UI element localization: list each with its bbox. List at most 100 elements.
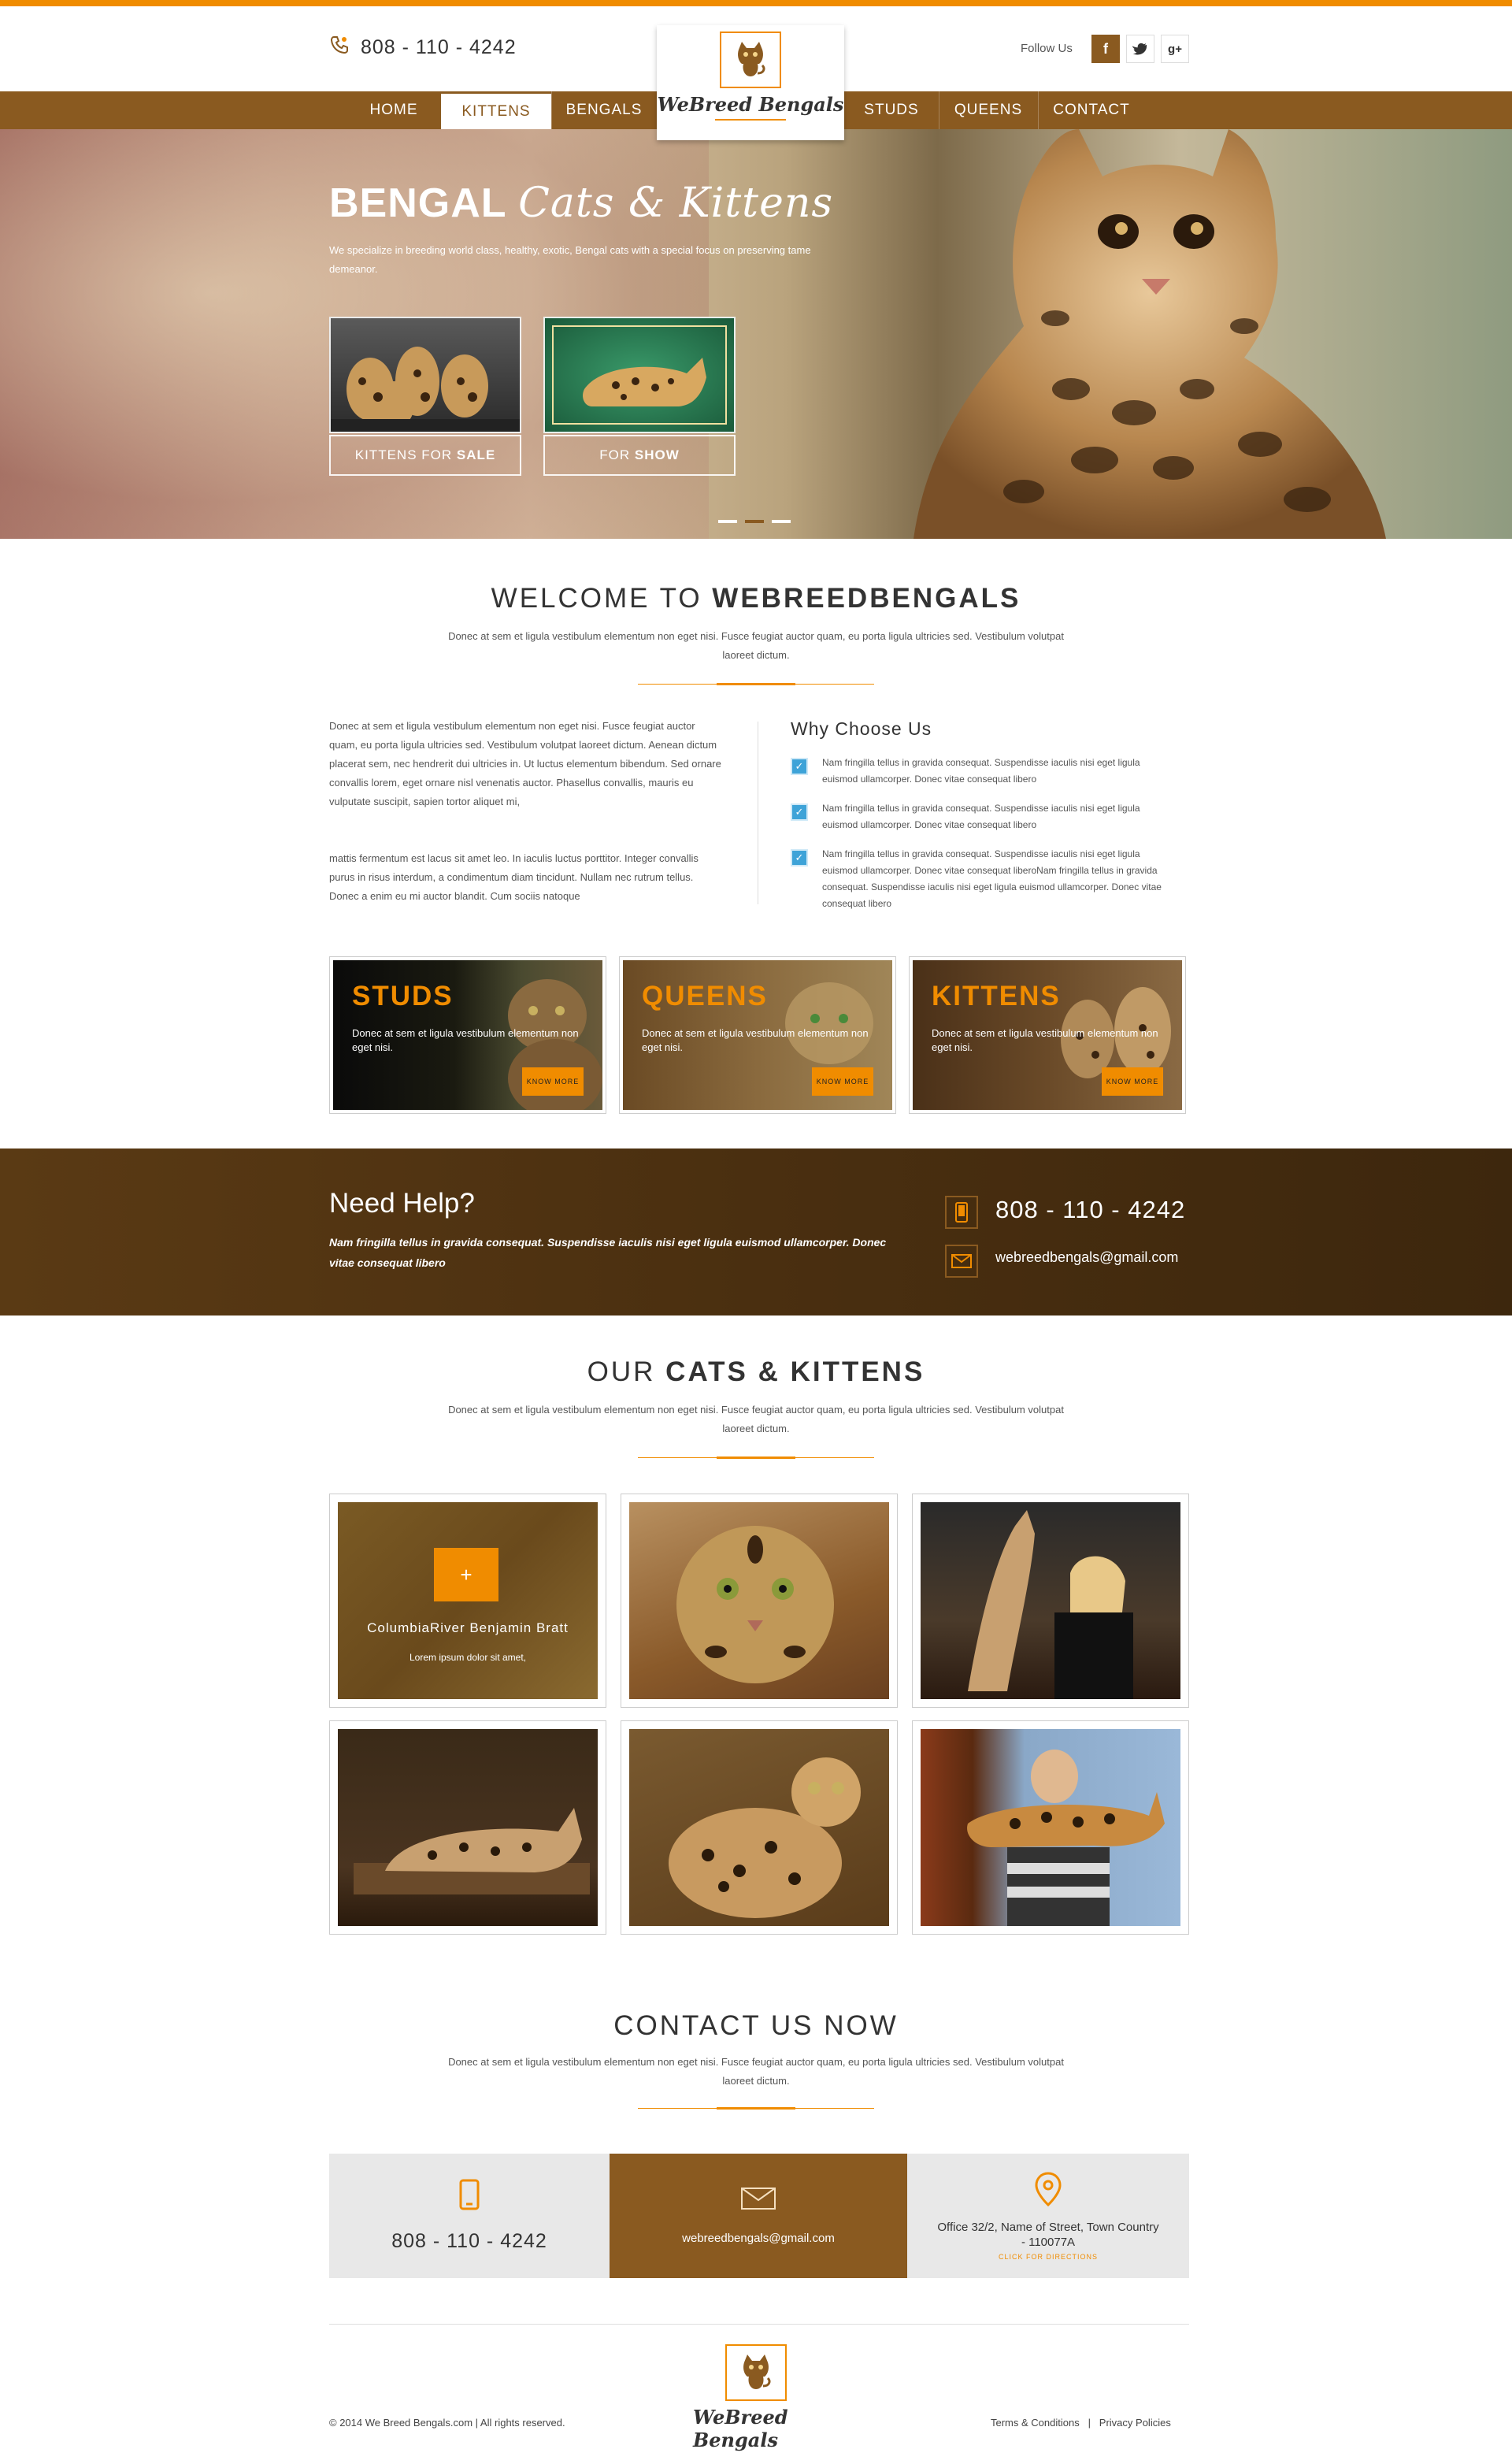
gallery-caption-name: ColumbiaRiver Benjamin Bratt <box>367 1620 569 1635</box>
cat-logo-icon <box>725 2344 787 2401</box>
for-show-label: FOR <box>599 447 631 462</box>
queens-card[interactable]: QUEENS Donec at sem et ligula vestibulum… <box>619 956 896 1114</box>
privacy-link[interactable]: Privacy Policies <box>1099 2417 1171 2429</box>
top-accent-line <box>0 0 1512 6</box>
welcome-title: WELCOME TO WEBREEDBENGALS <box>0 583 1512 614</box>
mail-icon <box>740 2187 776 2214</box>
need-help-phone[interactable]: 808 - 110 - 4242 <box>995 1196 1185 1224</box>
gallery-image-3 <box>921 1502 1180 1699</box>
plus-icon[interactable]: + <box>434 1548 498 1601</box>
studs-know-more-button[interactable]: KNOW MORE <box>522 1067 584 1096</box>
checkbox-icon: ✓ <box>791 803 808 821</box>
contact-address-box[interactable]: Office 32/2, Name of Street, Town Countr… <box>907 2154 1189 2278</box>
kittens-for-sale-label-bold: SALE <box>456 447 496 462</box>
footer-logo[interactable]: WeBreed Bengals <box>693 2344 819 2451</box>
mail-icon <box>945 1245 978 1278</box>
map-pin-icon <box>1035 2171 1062 2210</box>
studs-card-image: STUDS Donec at sem et ligula vestibulum … <box>333 960 602 1110</box>
gallery-item-4[interactable] <box>329 1720 606 1935</box>
why-item-1: Nam fringilla tellus in gravida consequa… <box>822 757 1140 785</box>
cat-logo-icon <box>720 32 781 88</box>
studs-card[interactable]: STUDS Donec at sem et ligula vestibulum … <box>329 956 606 1114</box>
hero-slider: BENGAL Cats & Kittens We specialize in b… <box>0 129 1512 539</box>
need-help-title: Need Help? <box>329 1188 475 1219</box>
googleplus-icon[interactable]: g+ <box>1161 35 1189 63</box>
gallery-title-light: OUR <box>587 1356 666 1387</box>
welcome-paragraph-1: Donec at sem et ligula vestibulum elemen… <box>329 720 721 807</box>
logo-underline <box>715 119 786 121</box>
footer-link-separator: | <box>1088 2417 1091 2429</box>
nav-studs[interactable]: STUDS <box>844 91 939 129</box>
slider-dot-2[interactable] <box>745 520 764 523</box>
gallery-image-4 <box>338 1729 598 1926</box>
contact-address: Office 32/2, Name of Street, Town Countr… <box>937 2220 1159 2249</box>
queens-card-image: QUEENS Donec at sem et ligula vestibulum… <box>623 960 892 1110</box>
gallery-image-5 <box>629 1729 889 1926</box>
gallery-item-1[interactable]: + ColumbiaRiver Benjamin Bratt Lorem ips… <box>329 1494 606 1708</box>
contact-email-box[interactable]: webreedbengals@gmail.com <box>610 2154 907 2278</box>
gallery-item-2[interactable] <box>621 1494 898 1708</box>
nav-queens[interactable]: QUEENS <box>939 91 1038 129</box>
header-phone[interactable]: 808 - 110 - 4242 <box>329 35 517 61</box>
contact-phone: 808 - 110 - 4242 <box>391 2230 547 2252</box>
footer-logo-text: WeBreed Bengals <box>693 2406 788 2451</box>
gallery-item-3[interactable] <box>912 1494 1189 1708</box>
why-choose-us-title: Why Choose Us <box>791 718 932 739</box>
need-help-text: Nam fringilla tellus in gravida consequa… <box>329 1236 887 1269</box>
site-logo[interactable]: WeBreed Bengals <box>657 25 844 140</box>
queens-know-more-button[interactable]: KNOW MORE <box>812 1067 873 1096</box>
gallery-item-5[interactable] <box>621 1720 898 1935</box>
kittens-for-sale-image[interactable] <box>329 317 521 433</box>
facebook-icon[interactable]: f <box>1091 35 1120 63</box>
need-help-banner: Need Help? Nam fringilla tellus in gravi… <box>0 1149 1512 1315</box>
studs-card-text: Donec at sem et ligula vestibulum elemen… <box>352 1027 579 1053</box>
gallery-item-6[interactable] <box>912 1720 1189 1935</box>
for-show-image[interactable] <box>543 317 736 433</box>
nav-kittens[interactable]: KITTENS <box>441 91 551 129</box>
nav-contact[interactable]: CONTACT <box>1038 91 1145 129</box>
hero-title-script: Cats & Kittens <box>518 180 834 227</box>
welcome-paragraph-2: mattis fermentum est lacus sit amet leo.… <box>329 852 699 902</box>
gallery-description: Donec at sem et ligula vestibulum elemen… <box>448 1404 1064 1434</box>
contact-description: Donec at sem et ligula vestibulum elemen… <box>448 2056 1064 2087</box>
kittens-know-more-button[interactable]: KNOW MORE <box>1102 1067 1163 1096</box>
kittens-for-sale-label: KITTENS FOR <box>354 447 453 462</box>
kittens-card-title: KITTENS <box>932 981 1061 1011</box>
contact-title: CONTACT US NOW <box>613 2010 899 2041</box>
hero-title: BENGAL Cats & Kittens <box>329 180 833 227</box>
mobile-phone-icon <box>945 1196 978 1229</box>
footer-divider <box>329 2324 1189 2325</box>
welcome-title-bold: WEBREEDBENGALS <box>712 583 1021 614</box>
twitter-icon[interactable] <box>1126 35 1154 63</box>
kittens-card-text: Donec at sem et ligula vestibulum elemen… <box>932 1027 1158 1053</box>
for-show-button[interactable]: FOR SHOW <box>543 435 736 476</box>
welcome-description: Donec at sem et ligula vestibulum elemen… <box>448 630 1064 661</box>
contact-phone-box[interactable]: 808 - 110 - 4242 <box>329 2154 610 2278</box>
kittens-for-sale-button[interactable]: KITTENS FOR SALE <box>329 435 521 476</box>
slider-dot-1[interactable] <box>718 520 737 523</box>
kittens-card[interactable]: KITTENS Donec at sem et ligula vestibulu… <box>909 956 1186 1114</box>
nav-home[interactable]: HOME <box>346 91 441 129</box>
gallery-divider <box>638 1457 874 1459</box>
welcome-divider <box>638 683 874 685</box>
slider-dot-3[interactable] <box>772 520 791 523</box>
gallery-image-2 <box>629 1502 889 1699</box>
checkbox-icon: ✓ <box>791 849 808 866</box>
logo-text: WeBreed Bengals <box>657 93 844 116</box>
why-item-3: Nam fringilla tellus in gravida consequa… <box>822 848 1162 909</box>
queens-card-text: Donec at sem et ligula vestibulum elemen… <box>642 1027 869 1053</box>
studs-card-title: STUDS <box>352 981 454 1011</box>
nav-bengals[interactable]: BENGALS <box>551 91 657 129</box>
terms-link[interactable]: Terms & Conditions <box>991 2417 1080 2429</box>
gallery-image-1: + ColumbiaRiver Benjamin Bratt Lorem ips… <box>338 1502 598 1699</box>
mobile-phone-icon <box>459 2179 480 2214</box>
click-for-directions-link[interactable]: CLICK FOR DIRECTIONS <box>999 2253 1098 2261</box>
header-phone-number: 808 - 110 - 4242 <box>361 36 517 58</box>
need-help-email[interactable]: webreedbengals@gmail.com <box>995 1249 1178 1266</box>
phone-icon <box>329 35 350 61</box>
footer-links: Terms & Conditions | Privacy Policies <box>991 2417 1171 2429</box>
gallery-title: OUR CATS & KITTENS <box>0 1356 1512 1388</box>
hero-title-bold: BENGAL <box>329 180 506 226</box>
contact-divider <box>638 2107 874 2110</box>
welcome-title-light: WELCOME TO <box>491 583 713 614</box>
